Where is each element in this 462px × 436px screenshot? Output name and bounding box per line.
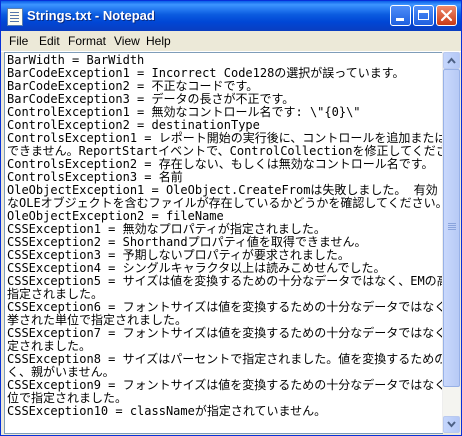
menu-bar: File Edit Format View Help (1, 31, 461, 52)
notepad-icon[interactable] (7, 8, 23, 26)
scroll-up-button[interactable] (443, 52, 460, 69)
menu-format[interactable]: Format (68, 34, 106, 48)
text-line: CSSException10 = classNameが指定されていません。 (7, 404, 327, 418)
scroll-down-icon (447, 421, 456, 428)
menu-help[interactable]: Help (146, 34, 171, 48)
close-button[interactable] (436, 5, 457, 26)
notepad-window: Strings.txt - Notepad File Edit Format V… (0, 0, 462, 436)
window-title: Strings.txt - Notepad (27, 8, 155, 23)
menu-edit[interactable]: Edit (39, 34, 60, 48)
title-bar[interactable]: Strings.txt - Notepad (1, 1, 461, 31)
scroll-down-button[interactable] (443, 416, 460, 433)
minimize-button[interactable] (390, 5, 411, 26)
vertical-scrollbar[interactable] (442, 52, 460, 433)
text-editor[interactable]: BarWidth = BarWidth BarCodeException1 = … (4, 52, 443, 434)
minimize-icon (396, 18, 404, 21)
scroll-thumb[interactable] (443, 69, 460, 387)
maximize-icon (418, 10, 429, 20)
menu-file[interactable]: File (9, 34, 28, 48)
menu-view[interactable]: View (114, 34, 140, 48)
close-icon (440, 9, 453, 22)
maximize-button[interactable] (413, 5, 434, 26)
scroll-up-icon (447, 57, 456, 64)
